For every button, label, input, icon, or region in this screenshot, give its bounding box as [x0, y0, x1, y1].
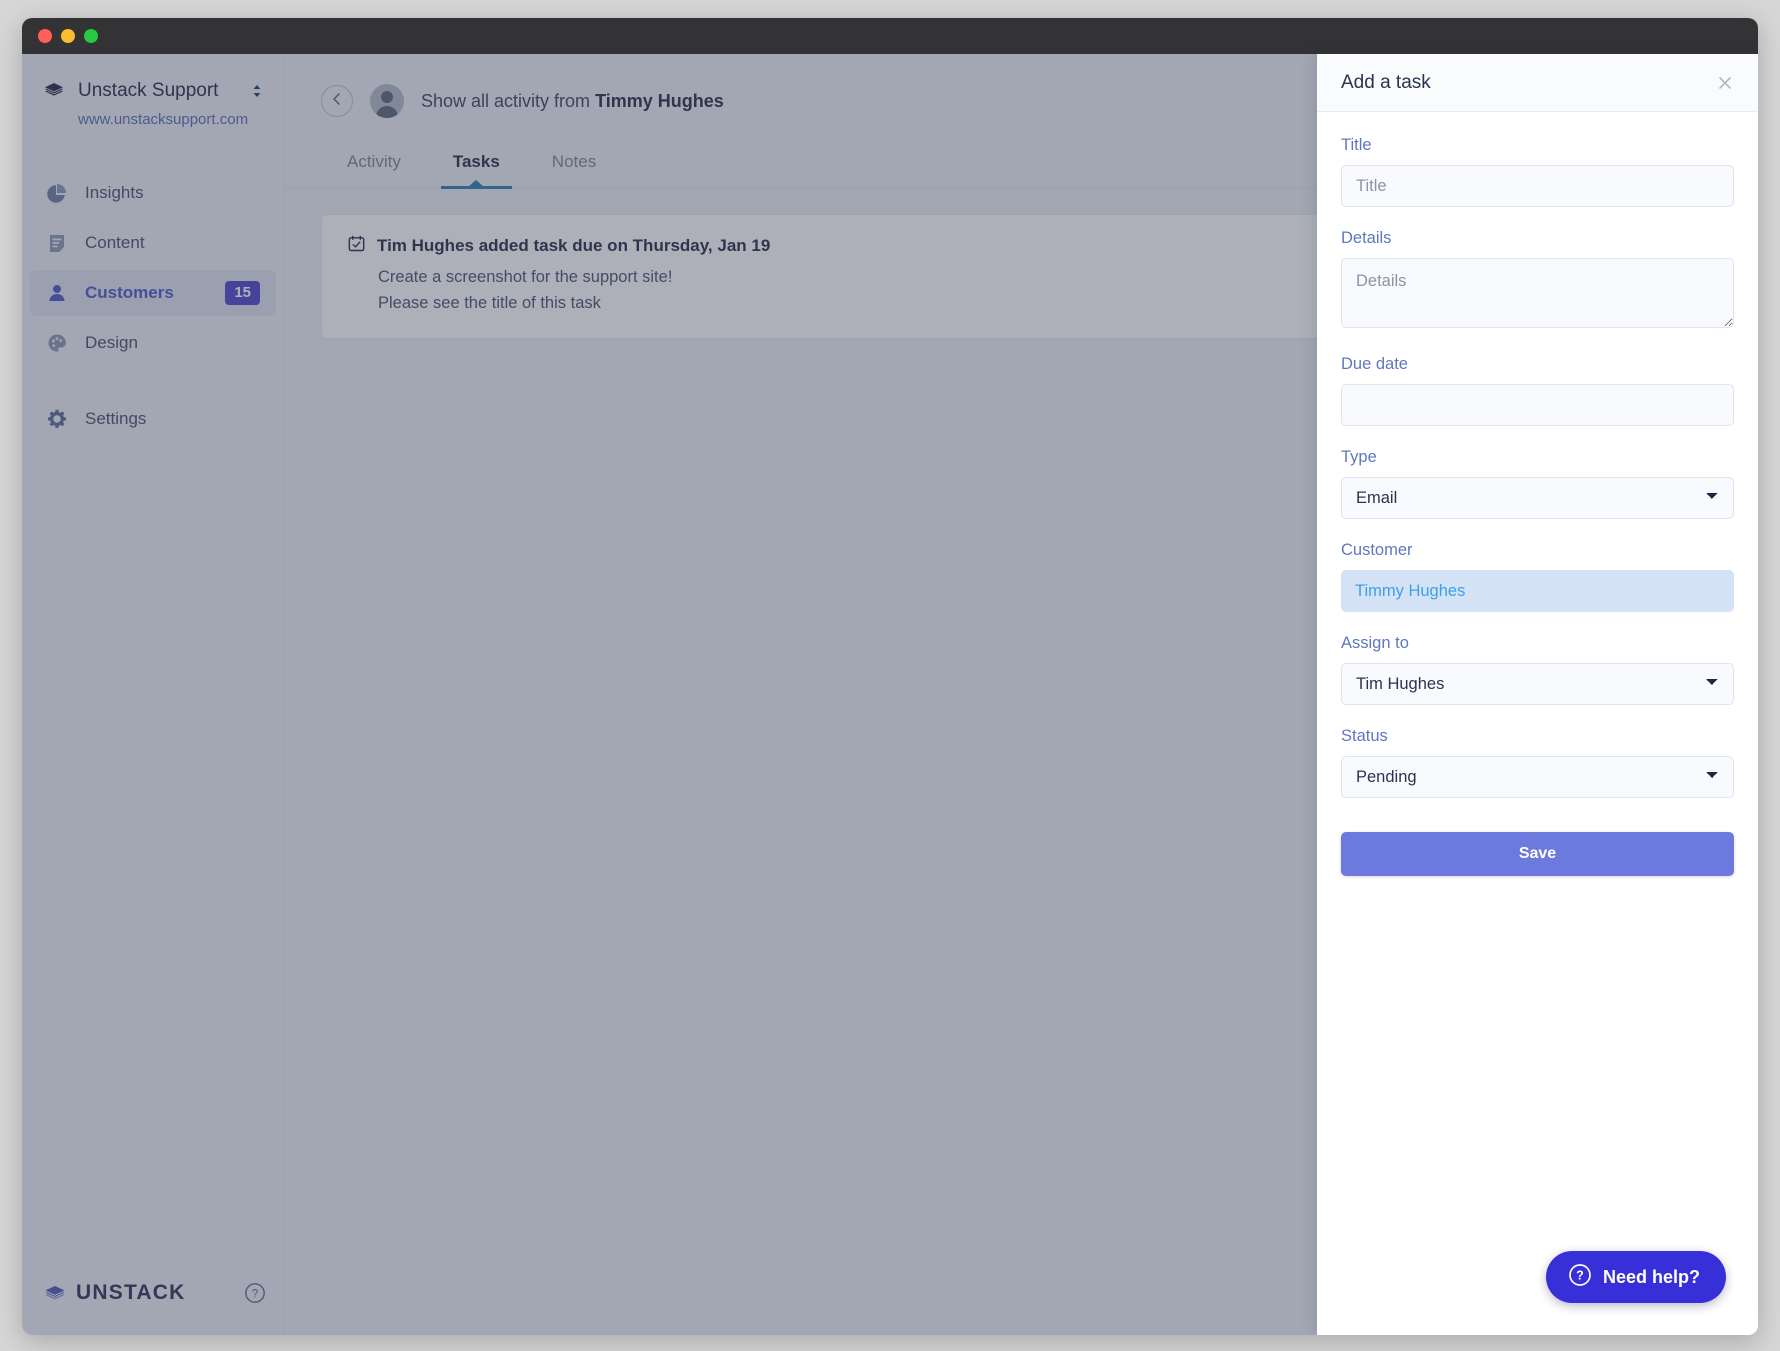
save-button[interactable]: Save	[1341, 832, 1734, 876]
nav-divider-gap	[30, 370, 276, 396]
avatar	[370, 84, 404, 118]
avatar-body	[376, 106, 398, 118]
svg-text:?: ?	[251, 1288, 257, 1300]
field-label-title: Title	[1341, 136, 1734, 155]
window-close-button[interactable]	[38, 29, 52, 43]
field-assign-to: Assign to Tim Hughes	[1341, 634, 1734, 705]
close-icon[interactable]	[1714, 72, 1736, 94]
brand-wordmark: UNSTACK	[76, 1281, 186, 1305]
site-url[interactable]: www.unstacksupport.com	[78, 111, 264, 128]
tab-notes[interactable]: Notes	[526, 140, 622, 188]
stack-layers-icon	[44, 1283, 64, 1303]
window-minimize-button[interactable]	[61, 29, 75, 43]
palette-icon	[46, 332, 68, 354]
sidebar-item-label: Design	[85, 333, 260, 353]
tab-active-caret-icon	[469, 180, 483, 186]
field-label-due-date: Due date	[1341, 355, 1734, 374]
type-select[interactable]: Email	[1341, 477, 1734, 519]
field-label-details: Details	[1341, 229, 1734, 248]
brand-logo: UNSTACK	[44, 1281, 186, 1305]
assign-to-select[interactable]: Tim Hughes	[1341, 663, 1734, 705]
field-status: Status Pending	[1341, 727, 1734, 798]
document-icon	[46, 232, 68, 254]
customers-count-badge: 15	[225, 281, 260, 305]
page-title-name: Timmy Hughes	[595, 91, 724, 111]
sidebar-item-label: Customers	[85, 283, 225, 303]
page-title: Show all activity from Timmy Hughes	[421, 91, 724, 112]
tab-tasks[interactable]: Tasks	[427, 140, 526, 188]
panel-header: Add a task	[1317, 54, 1758, 112]
site-switcher[interactable]: Unstack Support	[44, 80, 264, 102]
page-title-prefix: Show all activity from	[421, 91, 595, 111]
pie-chart-icon	[46, 182, 68, 204]
add-task-panel: Add a task Title Details Due date	[1317, 54, 1758, 1335]
sidebar-item-label: Content	[85, 233, 260, 253]
site-name: Unstack Support	[78, 80, 236, 102]
field-label-status: Status	[1341, 727, 1734, 746]
status-select[interactable]: Pending	[1341, 756, 1734, 798]
chevron-left-icon	[329, 91, 345, 112]
customer-name: Timmy Hughes	[1355, 582, 1465, 601]
tab-label: Activity	[347, 152, 401, 171]
field-label-customer: Customer	[1341, 541, 1734, 560]
title-input[interactable]	[1341, 165, 1734, 207]
sidebar-nav: Insights Content	[22, 170, 284, 446]
field-label-assign-to: Assign to	[1341, 634, 1734, 653]
panel-title: Add a task	[1341, 72, 1714, 94]
customer-chip[interactable]: Timmy Hughes	[1341, 570, 1734, 612]
site-block: Unstack Support www.unstacksupport.com	[22, 54, 284, 128]
tab-label: Notes	[552, 152, 596, 171]
window-zoom-button[interactable]	[84, 29, 98, 43]
sidebar-item-design[interactable]: Design	[30, 320, 276, 366]
need-help-button[interactable]: ? Need help?	[1546, 1251, 1726, 1303]
svg-text:?: ?	[1576, 1268, 1584, 1282]
tab-activity[interactable]: Activity	[321, 140, 427, 188]
gear-icon	[46, 408, 68, 430]
sidebar-item-label: Settings	[85, 409, 260, 429]
calendar-check-icon	[348, 235, 365, 257]
need-help-label: Need help?	[1603, 1267, 1700, 1288]
field-type: Type Email	[1341, 448, 1734, 519]
task-title: Tim Hughes added task due on Thursday, J…	[377, 236, 770, 256]
sidebar-footer: UNSTACK ?	[22, 1281, 284, 1335]
field-customer: Customer Timmy Hughes	[1341, 541, 1734, 612]
avatar-head	[381, 91, 393, 103]
chevron-up-down-icon[interactable]	[250, 81, 264, 101]
sidebar-item-insights[interactable]: Insights	[30, 170, 276, 216]
due-date-input[interactable]	[1341, 384, 1734, 426]
sidebar-item-label: Insights	[85, 183, 260, 203]
sidebar-item-settings[interactable]: Settings	[30, 396, 276, 442]
field-due-date: Due date	[1341, 355, 1734, 426]
window-titlebar	[22, 18, 1758, 54]
details-textarea[interactable]	[1341, 258, 1734, 328]
field-title: Title	[1341, 136, 1734, 207]
sidebar-item-customers[interactable]: Customers 15	[30, 270, 276, 316]
field-details: Details	[1341, 229, 1734, 333]
panel-body: Title Details Due date Type Email Custom…	[1317, 112, 1758, 876]
question-circle-icon[interactable]: ?	[244, 1282, 266, 1304]
tab-label: Tasks	[453, 152, 500, 171]
stack-layers-icon	[44, 81, 64, 101]
sidebar-item-content[interactable]: Content	[30, 220, 276, 266]
field-label-type: Type	[1341, 448, 1734, 467]
app-window: Unstack Support www.unstacksupport.com	[22, 18, 1758, 1335]
question-circle-icon: ?	[1568, 1263, 1592, 1292]
person-icon	[46, 282, 68, 304]
back-button[interactable]	[321, 85, 353, 117]
sidebar: Unstack Support www.unstacksupport.com	[22, 54, 285, 1335]
